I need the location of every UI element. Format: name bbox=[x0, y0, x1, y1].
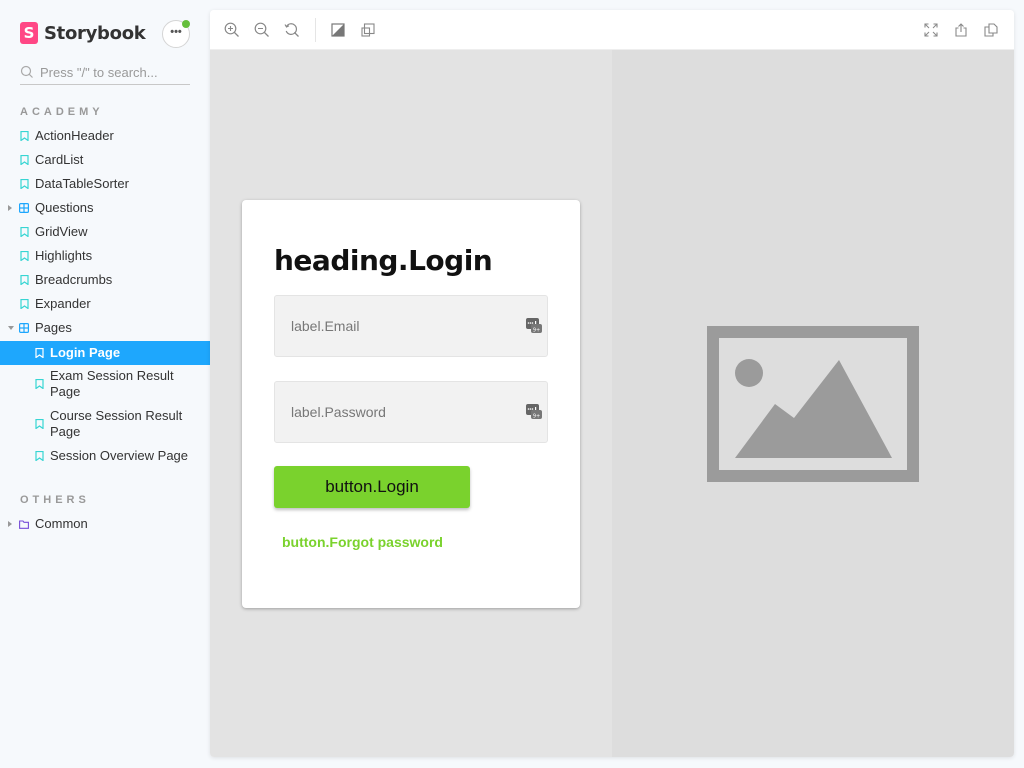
zoom-out-button[interactable] bbox=[252, 20, 272, 40]
bookmark-icon bbox=[34, 419, 44, 429]
forgot-password-button[interactable]: button.Forgot password bbox=[282, 534, 443, 550]
email-label: label.Email bbox=[291, 318, 360, 334]
tree-item-breadcrumbs[interactable]: Breadcrumbs bbox=[0, 272, 210, 288]
search-icon bbox=[20, 65, 33, 78]
tree-item-label: Breadcrumbs bbox=[35, 272, 113, 287]
outline-button[interactable] bbox=[358, 20, 378, 40]
bookmark-icon bbox=[19, 227, 29, 237]
zoom-reset-button[interactable] bbox=[282, 20, 302, 40]
password-label: label.Password bbox=[291, 404, 386, 420]
bookmark-icon bbox=[19, 131, 29, 141]
brand-name: Storybook bbox=[44, 22, 146, 44]
zoom-in-icon bbox=[224, 22, 239, 37]
toolbar-divider bbox=[315, 18, 316, 42]
email-field[interactable]: label.Email 9+ bbox=[274, 295, 548, 357]
sidebar: S Storybook ••• ACADEMY ActionHeader Car… bbox=[0, 0, 210, 768]
settings-menu-button[interactable]: ••• bbox=[162, 20, 190, 48]
login-heading: heading.Login bbox=[274, 244, 493, 277]
tree-item-label: GridView bbox=[35, 224, 88, 239]
story-canvas: heading.Login label.Email 9+ label.Passw… bbox=[210, 50, 612, 757]
bookmark-icon bbox=[19, 251, 29, 261]
component-icon bbox=[19, 323, 29, 333]
more-icon: ••• bbox=[170, 25, 182, 38]
image-panel bbox=[612, 50, 1014, 757]
tree-item-label: Exam Session Result Page bbox=[50, 368, 174, 399]
bookmark-icon bbox=[19, 179, 29, 189]
password-manager-icon[interactable]: 9+ bbox=[525, 316, 543, 334]
notification-badge bbox=[182, 20, 190, 28]
login-card: heading.Login label.Email 9+ label.Passw… bbox=[242, 200, 580, 608]
login-button[interactable]: button.Login bbox=[274, 466, 470, 508]
bookmark-icon bbox=[34, 348, 44, 358]
zoom-out-icon bbox=[254, 22, 269, 37]
copy-link-button[interactable] bbox=[981, 20, 1001, 40]
section-title-others: OTHERS bbox=[20, 494, 90, 506]
chevron-down-icon[interactable] bbox=[8, 326, 14, 330]
tree-item-questions[interactable]: Questions bbox=[0, 200, 210, 216]
tree-item-label: Common bbox=[35, 516, 88, 531]
folder-icon bbox=[19, 519, 29, 529]
tree-item-pages[interactable]: Pages bbox=[0, 320, 210, 336]
tree-item-label: DataTableSorter bbox=[35, 176, 129, 191]
search-input[interactable] bbox=[40, 64, 180, 80]
tree-item-exam-session-result-page[interactable]: Exam Session Result Page bbox=[0, 368, 210, 400]
toolbar bbox=[210, 10, 1014, 50]
preview-panel: heading.Login label.Email 9+ label.Passw… bbox=[210, 10, 1014, 757]
brand[interactable]: S Storybook bbox=[20, 22, 146, 44]
tree-item-label: Expander bbox=[35, 296, 91, 311]
svg-text:9+: 9+ bbox=[533, 328, 540, 334]
bookmark-icon bbox=[34, 451, 44, 461]
share-icon bbox=[955, 23, 967, 37]
component-icon bbox=[19, 203, 29, 213]
tree-item-login-page[interactable]: Login Page bbox=[0, 341, 210, 365]
background-button[interactable] bbox=[328, 20, 348, 40]
password-manager-icon[interactable]: 9+ bbox=[525, 402, 543, 420]
outline-icon bbox=[361, 23, 375, 37]
storybook-logo-icon: S bbox=[20, 22, 38, 44]
chevron-right-icon[interactable] bbox=[8, 205, 12, 211]
tree-item-label: Questions bbox=[35, 200, 94, 215]
password-field[interactable]: label.Password 9+ bbox=[274, 381, 548, 443]
bookmark-icon bbox=[19, 155, 29, 165]
bookmark-icon bbox=[19, 299, 29, 309]
tree-item-label: Highlights bbox=[35, 248, 93, 263]
tree-item-label: Pages bbox=[35, 320, 72, 335]
tree-item-actionheader[interactable]: ActionHeader bbox=[0, 128, 210, 144]
copy-icon bbox=[984, 23, 998, 37]
tree-item-common[interactable]: Common bbox=[0, 516, 210, 532]
bookmark-icon bbox=[34, 379, 44, 389]
fullscreen-icon bbox=[924, 23, 938, 37]
search-bar bbox=[20, 60, 190, 85]
zoom-in-button[interactable] bbox=[222, 20, 242, 40]
chevron-right-icon[interactable] bbox=[8, 521, 12, 527]
section-title-academy: ACADEMY bbox=[20, 106, 104, 118]
svg-text:9+: 9+ bbox=[533, 414, 540, 420]
tree-item-label: CardList bbox=[35, 152, 84, 167]
tree-item-gridview[interactable]: GridView bbox=[0, 224, 210, 240]
open-new-tab-button[interactable] bbox=[951, 20, 971, 40]
fullscreen-button[interactable] bbox=[921, 20, 941, 40]
tree-item-highlights[interactable]: Highlights bbox=[0, 248, 210, 264]
tree-item-session-overview-page[interactable]: Session Overview Page bbox=[0, 448, 210, 464]
tree-item-label: Course Session Result Page bbox=[50, 408, 183, 439]
tree-item-label: Session Overview Page bbox=[50, 448, 189, 463]
tree-item-label: Login Page bbox=[50, 345, 121, 360]
tree-item-course-session-result-page[interactable]: Course Session Result Page bbox=[0, 408, 210, 440]
background-icon bbox=[331, 23, 345, 37]
zoom-reset-icon bbox=[284, 23, 299, 37]
tree-item-datatablesorter[interactable]: DataTableSorter bbox=[0, 176, 210, 192]
image-placeholder-icon bbox=[707, 326, 919, 482]
bookmark-icon bbox=[19, 275, 29, 285]
tree-item-cardlist[interactable]: CardList bbox=[0, 152, 210, 168]
tree-item-label: ActionHeader bbox=[35, 128, 114, 143]
tree-item-expander[interactable]: Expander bbox=[0, 296, 210, 312]
